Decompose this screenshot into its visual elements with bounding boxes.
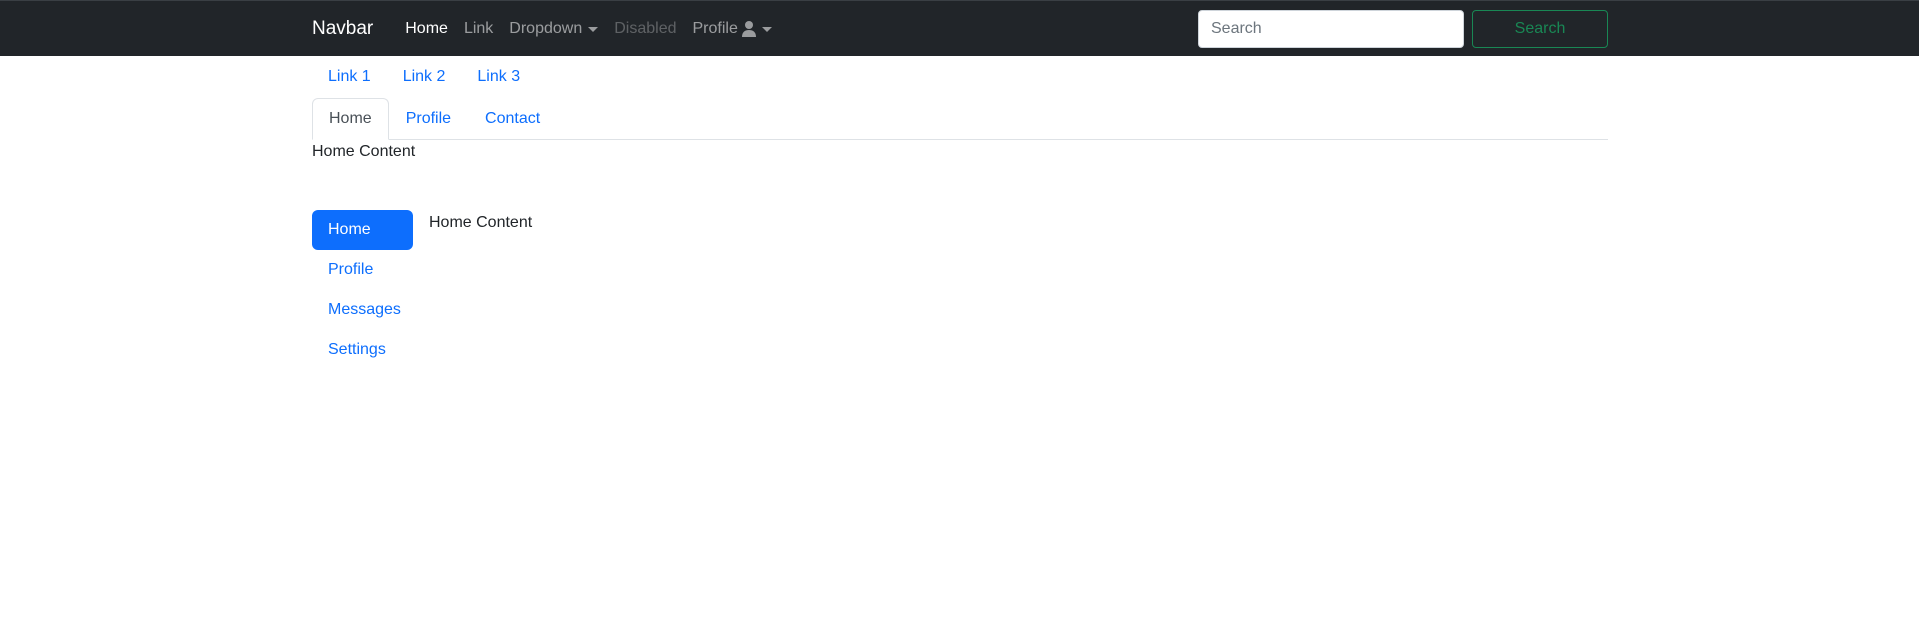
nav-link-link[interactable]: Link: [456, 20, 501, 38]
vertical-pills-section: Home Profile Messages Settings Home Cont…: [312, 210, 1608, 370]
link-row: Link 1 Link 2 Link 3: [312, 56, 1608, 98]
vpill-home[interactable]: Home: [312, 210, 413, 250]
nav-link-home-label: Home: [405, 20, 448, 37]
vertical-pill-nav: Home Profile Messages Settings: [312, 210, 413, 370]
link-1[interactable]: Link 1: [312, 68, 387, 86]
nav-link-home[interactable]: Home: [397, 20, 456, 38]
nav-profile-label: Profile: [692, 20, 738, 37]
tab-bar: Home Profile Contact: [312, 98, 1608, 140]
nav-profile-dropdown[interactable]: Profile: [685, 20, 780, 38]
top-navbar: Navbar Home Link Dropdown Disabled Profi…: [0, 0, 1919, 56]
navbar-search-form: Search: [1198, 10, 1608, 48]
nav-dropdown-label: Dropdown: [509, 20, 583, 37]
nav-link-link-label: Link: [463, 20, 494, 37]
search-button[interactable]: Search: [1472, 10, 1608, 48]
tab-contact[interactable]: Contact: [468, 98, 557, 140]
tab-home[interactable]: Home: [312, 98, 389, 140]
tab-profile[interactable]: Profile: [389, 98, 468, 140]
nav-link-disabled-label: Disabled: [614, 20, 677, 37]
user-icon-svg: [741, 21, 756, 37]
main-content: Link 1 Link 2 Link 3 Home Profile Contac…: [312, 56, 1608, 370]
navbar-brand[interactable]: Navbar: [312, 18, 373, 40]
link-3[interactable]: Link 3: [461, 68, 536, 86]
vpill-settings[interactable]: Settings: [312, 330, 413, 370]
user-icon: [741, 21, 756, 37]
vertical-pill-panel-content: Home Content: [429, 214, 533, 231]
search-input[interactable]: [1198, 10, 1464, 48]
chevron-down-icon: [588, 26, 599, 32]
vpill-messages[interactable]: Messages: [312, 290, 413, 330]
tab-panel-content: Home Content: [312, 143, 416, 160]
nav-link-disabled: Disabled: [606, 20, 684, 38]
navbar-links: Home Link Dropdown Disabled Profile: [397, 20, 780, 38]
link-2[interactable]: Link 2: [387, 68, 462, 86]
chevron-down-icon: [761, 26, 772, 32]
vpill-profile[interactable]: Profile: [312, 250, 413, 290]
navbar-container: Navbar Home Link Dropdown Disabled Profi…: [312, 1, 1608, 57]
nav-dropdown-toggle[interactable]: Dropdown: [501, 20, 606, 38]
